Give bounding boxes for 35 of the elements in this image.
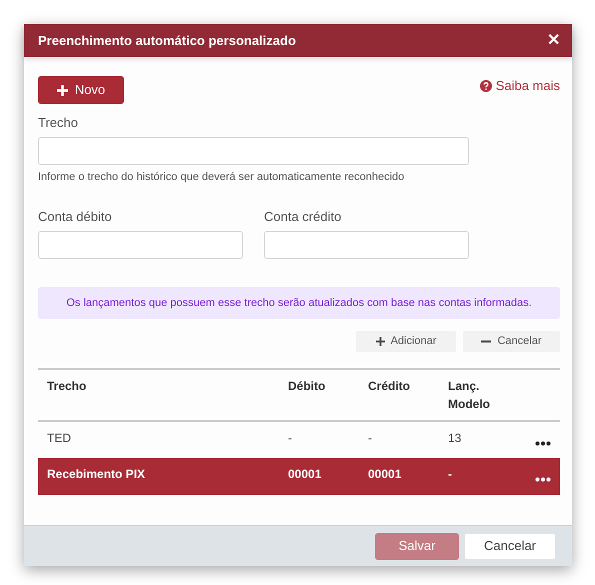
- input-field[interactable]: [38, 230, 243, 258]
- table-cell: TED: [38, 421, 279, 458]
- cancel-button[interactable]: Cancelar: [463, 331, 560, 352]
- dialog-title: Preenchimento automático personalizado: [38, 32, 296, 50]
- table-row[interactable]: TED - - 13: [38, 421, 560, 458]
- table-cell: Recebimento PIX: [38, 458, 279, 495]
- help-icon: [480, 80, 492, 92]
- column-header: Crédito: [359, 369, 439, 421]
- table-cell: -: [439, 458, 515, 495]
- table-cell: 00001: [359, 458, 439, 495]
- new-button[interactable]: Novo: [38, 76, 124, 104]
- plus-icon: [56, 84, 68, 96]
- table-cell: 00001: [279, 458, 359, 495]
- field-label: Conta crédito: [264, 208, 342, 226]
- input-field[interactable]: [38, 136, 469, 164]
- cancel-button[interactable]: Cancelar: [464, 532, 556, 560]
- table-cell: 13: [439, 421, 515, 458]
- add-button[interactable]: Adicionar: [356, 331, 456, 352]
- input-field[interactable]: [264, 230, 469, 258]
- plus-icon: [376, 337, 385, 346]
- hint-text: Informe o trecho do histórico que deverá ser automaticamente reconhecido: [38, 170, 406, 184]
- table-cell: -: [359, 421, 439, 458]
- field-label: Trecho: [38, 114, 79, 132]
- more-icon[interactable]: [535, 476, 551, 482]
- column-header: Lanç. Modelo: [439, 369, 515, 421]
- table-row[interactable]: Recebimento PIX 00001 00001 -: [38, 458, 560, 495]
- minus-icon: [481, 340, 492, 343]
- table-cell: -: [279, 421, 359, 458]
- column-header: Débito: [279, 369, 359, 421]
- column-header: Trecho: [38, 369, 279, 421]
- field-label: Conta débito: [38, 208, 113, 226]
- more-icon[interactable]: [535, 440, 551, 446]
- help-link[interactable]: Saiba mais: [480, 76, 560, 96]
- info-alert: Os lançamentos que possuem esse trecho serão atualizados com base nas contas informadas.: [38, 286, 560, 319]
- close-button[interactable]: ✕: [545, 32, 562, 48]
